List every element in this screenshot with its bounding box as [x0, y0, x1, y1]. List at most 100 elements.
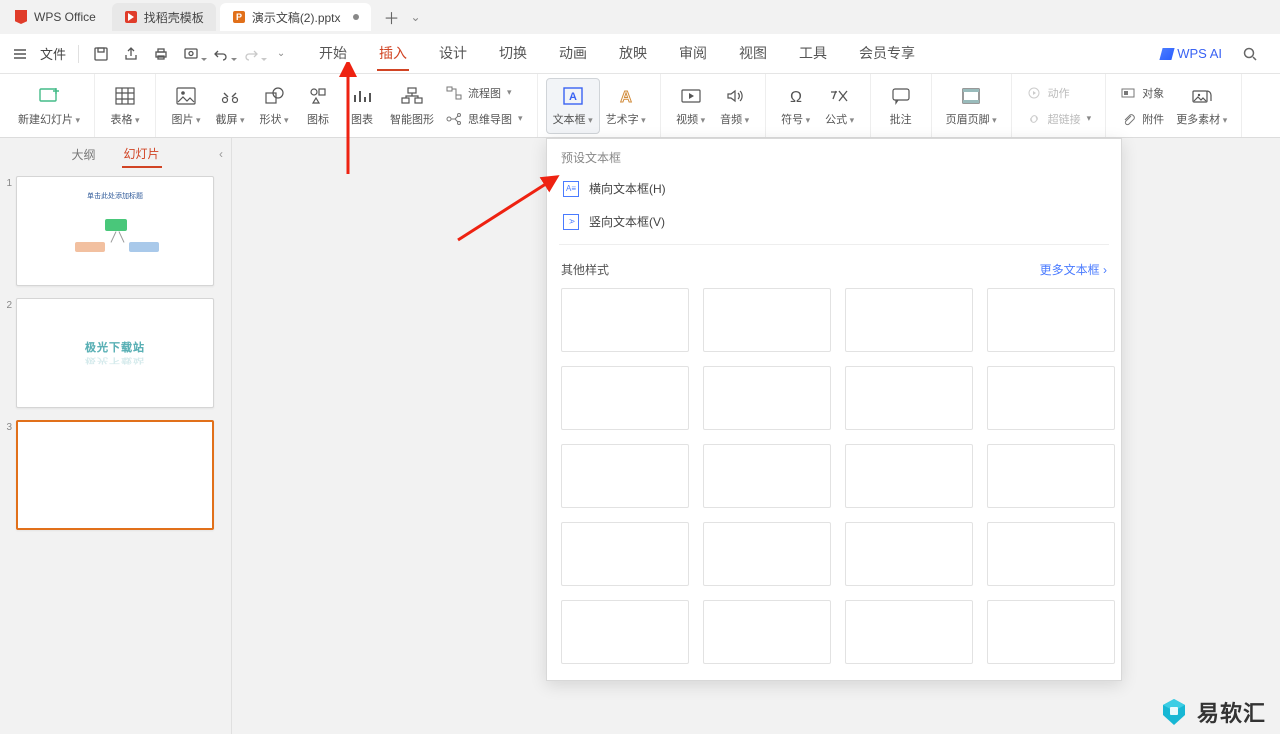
more-textbox-link[interactable]: 更多文本框 › — [1040, 261, 1107, 278]
wps-ai-button[interactable]: WPS AI — [1161, 46, 1222, 61]
tab-start[interactable]: 开始 — [317, 37, 349, 71]
textbox-style-item[interactable] — [987, 444, 1115, 508]
textbox-style-item[interactable] — [561, 600, 689, 664]
print-preview-button[interactable] — [177, 40, 205, 68]
attachment-button[interactable]: 附件 — [1120, 107, 1164, 131]
mindmap-button[interactable]: 思维导图 — [446, 107, 523, 131]
new-slide-icon — [38, 85, 60, 107]
screenshot-icon — [219, 85, 241, 107]
undo-button[interactable] — [207, 40, 235, 68]
horizontal-textbox-item[interactable]: A≡ 横向文本框(H) — [547, 172, 1121, 205]
export-button[interactable] — [117, 40, 145, 68]
shape-button[interactable]: 形状 — [252, 78, 296, 134]
more-assets-icon — [1191, 85, 1213, 107]
screenshot-button[interactable]: 截屏 — [208, 78, 252, 134]
flowchart-icon — [446, 85, 462, 101]
tab-review[interactable]: 审阅 — [677, 37, 709, 71]
redo-button[interactable] — [237, 40, 265, 68]
comment-button[interactable]: 批注 — [879, 78, 923, 134]
slide-thumb-2[interactable]: 极光下载站 极光下载站 — [16, 298, 214, 408]
popup-preset-title: 预设文本框 — [547, 139, 1121, 172]
wps-logo-icon — [14, 10, 28, 24]
tab-animation[interactable]: 动画 — [557, 37, 589, 71]
chart-button[interactable]: 图表 — [340, 78, 384, 134]
search-button[interactable] — [1236, 40, 1264, 68]
smartart-button[interactable]: 智能图形 — [384, 78, 440, 134]
tab-document[interactable]: P 演示文稿(2).pptx — [220, 3, 371, 31]
flowchart-button[interactable]: 流程图 — [446, 81, 523, 105]
tab-home[interactable]: WPS Office — [2, 3, 108, 31]
app-menu-button[interactable] — [6, 40, 34, 68]
new-slide-button[interactable]: 新建幻灯片 — [12, 78, 86, 134]
headerfooter-button[interactable]: 页眉页脚 — [940, 78, 1003, 134]
tab-templates[interactable]: 找稻壳模板 — [112, 3, 216, 31]
textbox-style-item[interactable] — [703, 288, 831, 352]
textbox-style-item[interactable] — [703, 444, 831, 508]
symbol-button[interactable]: Ω 符号 — [774, 78, 818, 134]
textbox-style-item[interactable] — [561, 522, 689, 586]
equation-button[interactable]: 公式 — [818, 78, 862, 134]
table-button[interactable]: 表格 — [103, 78, 147, 134]
outline-tab[interactable]: 大纲 — [69, 142, 97, 167]
slide-thumb-1[interactable]: 单击此处添加标题 — [16, 176, 214, 286]
textbox-style-item[interactable] — [561, 366, 689, 430]
textbox-style-item[interactable] — [987, 366, 1115, 430]
more-assets-button[interactable]: 更多素材 — [1170, 78, 1233, 134]
collapse-panel-button[interactable]: ‹ — [219, 147, 223, 161]
textbox-style-item[interactable] — [845, 444, 973, 508]
new-tab-button[interactable]: ＋ — [381, 6, 403, 28]
object-icon — [1120, 85, 1136, 101]
tab-insert[interactable]: 插入 — [377, 37, 409, 71]
save-button[interactable] — [87, 40, 115, 68]
textbox-style-item[interactable] — [561, 444, 689, 508]
vertical-textbox-item[interactable]: A 竖向文本框(V) — [547, 205, 1121, 238]
ai-logo-icon — [1160, 48, 1175, 60]
textbox-style-item[interactable] — [987, 288, 1115, 352]
tab-transition[interactable]: 切换 — [497, 37, 529, 71]
tab-tools[interactable]: 工具 — [797, 37, 829, 71]
slide-thumb-3[interactable] — [16, 420, 214, 530]
slides-tab[interactable]: 幻灯片 — [122, 141, 162, 168]
textbox-style-item[interactable] — [845, 600, 973, 664]
video-icon — [680, 85, 702, 107]
object-button[interactable]: 对象 — [1120, 81, 1164, 105]
ribbon-tabs: 开始 插入 设计 切换 动画 放映 审阅 视图 工具 会员专享 — [317, 37, 917, 71]
textbox-style-item[interactable] — [703, 600, 831, 664]
tab-view[interactable]: 视图 — [737, 37, 769, 71]
textbox-style-item[interactable] — [703, 366, 831, 430]
textbox-style-item[interactable] — [845, 366, 973, 430]
slide-number: 1 — [2, 176, 12, 189]
tab-slideshow[interactable]: 放映 — [617, 37, 649, 71]
vertical-textbox-icon: A — [563, 214, 579, 230]
headerfooter-icon — [960, 85, 982, 107]
textbox-style-item[interactable] — [561, 288, 689, 352]
smartart-icon — [401, 85, 423, 107]
file-menu[interactable]: 文件 — [36, 44, 70, 63]
textbox-dropdown: 预设文本框 A≡ 横向文本框(H) A 竖向文本框(V) 其他样式 更多文本框 … — [546, 138, 1122, 681]
watermark-text: 易软汇 — [1197, 696, 1266, 728]
watermark: 易软汇 — [1159, 696, 1266, 728]
textbox-style-item[interactable] — [987, 600, 1115, 664]
tab-vip[interactable]: 会员专享 — [857, 37, 917, 71]
picture-button[interactable]: 图片 — [164, 78, 208, 134]
svg-text:A: A — [569, 91, 577, 103]
textbox-style-item[interactable] — [987, 522, 1115, 586]
wordart-icon: A — [615, 85, 637, 107]
icon-button[interactable]: 图标 — [296, 78, 340, 134]
video-button[interactable]: 视频 — [669, 78, 713, 134]
audio-button[interactable]: 音频 — [713, 78, 757, 134]
print-button[interactable] — [147, 40, 175, 68]
textbox-button[interactable]: A 文本框 — [546, 78, 600, 134]
textbox-style-item[interactable] — [845, 288, 973, 352]
wordart-button[interactable]: A 艺术字 — [600, 78, 652, 134]
textbox-style-item[interactable] — [845, 522, 973, 586]
textbox-style-item[interactable] — [703, 522, 831, 586]
horizontal-textbox-icon: A≡ — [563, 181, 579, 197]
tab-design[interactable]: 设计 — [437, 37, 469, 71]
template-icon — [124, 10, 138, 24]
quickaccess-more-button[interactable]: ⌄ — [267, 40, 295, 68]
tab-list-button[interactable]: ⌄ — [407, 10, 425, 24]
svg-text:P: P — [236, 12, 242, 22]
icon-icon — [307, 85, 329, 107]
tab-templates-label: 找稻壳模板 — [144, 9, 204, 26]
